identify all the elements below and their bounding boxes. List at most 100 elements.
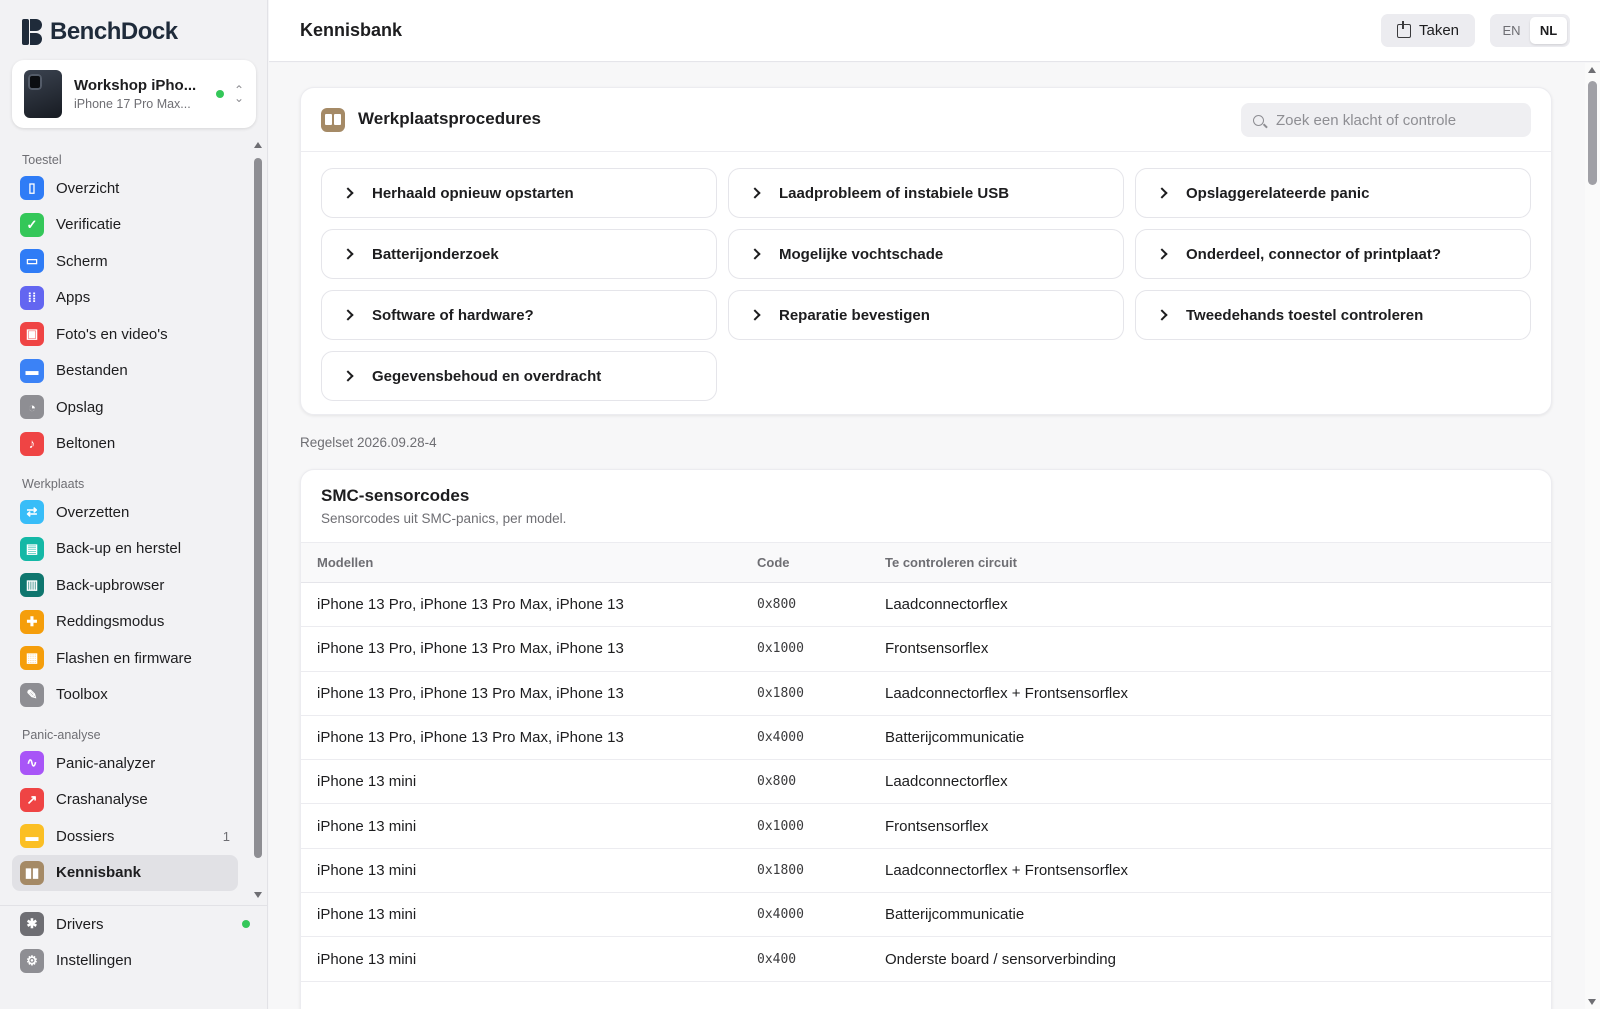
wrench-icon: ✎ bbox=[20, 682, 44, 707]
procedure-gegevensbehoud-en-overdracht[interactable]: Gegevensbehoud en overdracht bbox=[321, 351, 717, 401]
column-header-circuit[interactable]: Te controleren circuit bbox=[885, 542, 1551, 583]
device-name: Workshop iPho... bbox=[74, 77, 197, 94]
sidebar-item-reddingsmodus[interactable]: ✚ Reddingsmodus bbox=[12, 604, 238, 641]
sidebar-item-label: Beltonen bbox=[56, 435, 116, 453]
scroll-up-arrow-icon[interactable] bbox=[254, 142, 262, 148]
chevron-right-icon bbox=[1156, 187, 1168, 199]
sidebar-item-label: Opslag bbox=[56, 398, 104, 416]
sidebar-item-bestanden[interactable]: ▬ Bestanden bbox=[12, 353, 238, 390]
sidebar-item-drivers[interactable]: ✱ Drivers bbox=[12, 906, 256, 943]
language-switch: EN NL bbox=[1490, 14, 1570, 47]
table-row[interactable]: iPhone 13 Pro, iPhone 13 Pro Max, iPhone… bbox=[301, 671, 1551, 716]
sidebar-item-verificatie[interactable]: ✓ Verificatie bbox=[12, 207, 238, 244]
table-row[interactable]: iPhone 13 Pro, iPhone 13 Pro Max, iPhone… bbox=[301, 626, 1551, 672]
sidebar-item-label: Dossiers bbox=[56, 827, 115, 845]
sidebar-item-instellingen[interactable]: ⚙ Instellingen bbox=[12, 943, 256, 980]
procedure-herhaald-opnieuw-opstarten[interactable]: Herhaald opnieuw opstarten bbox=[321, 168, 717, 218]
tasks-button[interactable]: Taken bbox=[1381, 14, 1475, 47]
procedure-opslaggerelateerde-panic[interactable]: Opslaggerelateerde panic bbox=[1135, 168, 1531, 218]
sidebar-item-label: Flashen en firmware bbox=[56, 649, 192, 667]
sidebar-item-toolbox[interactable]: ✎ Toolbox bbox=[12, 677, 238, 714]
ruleset-version: Regelset 2026.09.28-4 bbox=[300, 435, 437, 450]
procedure-mogelijke-vochtschade[interactable]: Mogelijke vochtschade bbox=[728, 229, 1124, 279]
table-row[interactable]: iPhone 13 mini 0x1800 Laadconnectorflex + … bbox=[301, 848, 1551, 894]
circuit-cell: Laadconnectorflex + Frontsensorflex bbox=[885, 671, 1551, 716]
sidebar-item-dossiers[interactable]: ▬ Dossiers 1 bbox=[12, 818, 238, 855]
device-model: iPhone 17 Pro Max... bbox=[74, 97, 191, 111]
sidebar-item-crashanalyse[interactable]: ↗ Crashanalyse bbox=[12, 782, 238, 819]
scroll-down-arrow-icon[interactable] bbox=[254, 892, 262, 898]
table-row[interactable]: iPhone 13 mini 0x1000 Frontsensorflex bbox=[301, 803, 1551, 849]
sidebar-item-label: Foto's en video's bbox=[56, 325, 168, 343]
storage-pie-icon: ◔ bbox=[20, 395, 44, 420]
procedures-card: Werkplaatsprocedures Herhaald opnieuw op… bbox=[300, 87, 1552, 415]
section-label-toestel: Toestel bbox=[22, 153, 62, 167]
table-row[interactable]: iPhone 13 Pro, iPhone 13 Pro Max, iPhone… bbox=[301, 715, 1551, 761]
procedure-label: Software of hardware? bbox=[372, 306, 534, 324]
sidebar-item-back-up-en-herstel[interactable]: ▤ Back-up en herstel bbox=[12, 531, 238, 568]
procedure-label: Laadprobleem of instabiele USB bbox=[779, 184, 1010, 202]
procedure-laadprobleem-of-instabiele-usb[interactable]: Laadprobleem of instabiele USB bbox=[728, 168, 1124, 218]
procedure-batterijonderzoek[interactable]: Batterijonderzoek bbox=[321, 229, 717, 279]
sidebar-item-label: Bestanden bbox=[56, 362, 128, 380]
scrollbar-thumb[interactable] bbox=[1588, 81, 1597, 185]
search-input[interactable] bbox=[1276, 111, 1506, 129]
procedure-label: Tweedehands toestel controleren bbox=[1186, 306, 1424, 324]
scrollbar-thumb[interactable] bbox=[254, 158, 262, 858]
code-cell: 0x400 bbox=[757, 936, 885, 982]
models-cell: iPhone 13 Pro, iPhone 13 Pro Max, iPhone… bbox=[301, 715, 757, 761]
sidebar-item-panic-analyzer[interactable]: ∿ Panic-analyzer bbox=[12, 745, 238, 782]
scroll-up-arrow-icon[interactable] bbox=[1588, 67, 1596, 73]
chevron-right-icon bbox=[342, 370, 354, 382]
procedure-reparatie-bevestigen[interactable]: Reparatie bevestigen bbox=[728, 290, 1124, 340]
sidebar-item-kennisbank[interactable]: ▮▮ Kennisbank bbox=[12, 854, 238, 891]
phone-icon: ▯ bbox=[20, 176, 44, 201]
sidebar-item-flashen-en-firmware[interactable]: ▦ Flashen en firmware bbox=[12, 640, 238, 677]
sidebar-item-back-upbrowser[interactable]: ▥ Back-upbrowser bbox=[12, 567, 238, 604]
sidebar-item-foto-s-en-video-s[interactable]: ▣ Foto's en video's bbox=[12, 316, 238, 353]
table-row[interactable]: iPhone 13 mini 0x400 Onderste board / sens… bbox=[301, 936, 1551, 982]
chevron-right-icon bbox=[749, 248, 761, 260]
sidebar-item-scherm[interactable]: ▭ Scherm bbox=[12, 243, 238, 280]
main-scrollbar[interactable] bbox=[1585, 63, 1600, 1009]
procedure-label: Onderdeel, connector of printplaat? bbox=[1186, 245, 1442, 263]
search-icon bbox=[1253, 114, 1264, 126]
sidebar-item-opslag[interactable]: ◔ Opslag bbox=[12, 389, 238, 426]
procedure-onderdeel-connector-of-printplaat[interactable]: Onderdeel, connector of printplaat? bbox=[1135, 229, 1531, 279]
chip-icon: ▦ bbox=[20, 646, 44, 671]
table-row[interactable]: iPhone 13 mini 0x4000 Batterijcommunicatie bbox=[301, 892, 1551, 938]
sidebar-item-beltonen[interactable]: ♪ Beltonen bbox=[12, 426, 238, 463]
sidebar-item-label: Drivers bbox=[56, 915, 104, 933]
sidebar-item-apps[interactable]: ⁞⁞ Apps bbox=[12, 280, 238, 317]
code-cell: 0x1800 bbox=[757, 848, 885, 894]
table-row[interactable]: iPhone 13 mini 0x800 Laadconnectorflex bbox=[301, 759, 1551, 805]
circuit-cell: Frontsensorflex bbox=[885, 626, 1551, 672]
lang-en-option[interactable]: EN bbox=[1493, 17, 1530, 44]
procedure-label: Reparatie bevestigen bbox=[779, 306, 930, 324]
sidebar-item-label: Overzetten bbox=[56, 503, 130, 521]
device-selector[interactable]: Workshop iPho... iPhone 17 Pro Max... ⌃ ⌄ bbox=[12, 60, 256, 128]
status-dot bbox=[242, 920, 250, 929]
chevron-right-icon bbox=[749, 309, 761, 321]
music-note-icon: ♪ bbox=[20, 431, 44, 456]
download-tray-icon bbox=[1396, 20, 1411, 38]
sidebar-item-overzicht[interactable]: ▯ Overzicht bbox=[12, 170, 238, 207]
procedure-software-of-hardware[interactable]: Software of hardware? bbox=[321, 290, 717, 340]
device-status-dot bbox=[215, 90, 224, 98]
table-row[interactable]: iPhone 13 Pro, iPhone 13 Pro Max, iPhone… bbox=[301, 582, 1551, 628]
sidebar-item-label: Reddingsmodus bbox=[56, 613, 165, 631]
sidebar-item-label: Overzicht bbox=[56, 179, 120, 197]
chevron-updown-icon: ⌃ ⌄ bbox=[233, 83, 244, 105]
chevron-right-icon bbox=[1156, 248, 1168, 260]
column-header-code[interactable]: Code bbox=[757, 542, 885, 583]
circuit-cell: Laadconnectorflex + Frontsensorflex bbox=[885, 848, 1551, 894]
scroll-down-arrow-icon[interactable] bbox=[1588, 999, 1596, 1005]
sidebar-item-overzetten[interactable]: ⇄ Overzetten bbox=[12, 494, 238, 531]
sidebar-scrollbar[interactable] bbox=[252, 138, 264, 898]
column-header-models[interactable]: Modellen bbox=[301, 542, 757, 583]
backup-icon: ▤ bbox=[20, 536, 44, 561]
lang-nl-option[interactable]: NL bbox=[1530, 17, 1567, 44]
procedure-tweedehands-toestel-controleren[interactable]: Tweedehands toestel controleren bbox=[1135, 290, 1531, 340]
circuit-cell: Laadconnectorflex bbox=[885, 582, 1551, 628]
chevron-right-icon bbox=[342, 309, 354, 321]
